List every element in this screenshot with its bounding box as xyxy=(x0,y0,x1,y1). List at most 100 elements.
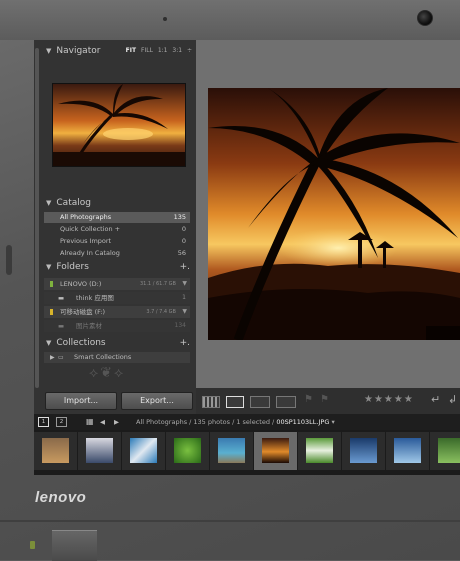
zoom-fit[interactable]: FIT xyxy=(126,47,136,54)
folder-label: 图片素材 xyxy=(76,322,102,330)
catalog-item-previous-import[interactable]: Previous Import 0 xyxy=(44,236,190,247)
rotate-right-icon[interactable]: ↲ xyxy=(448,393,457,406)
view-toolbar: ⚑ ⚑ ★★★★★ ↵ ↲ xyxy=(196,388,460,414)
rotate-left-icon[interactable]: ↵ xyxy=(431,393,440,406)
grid-icon[interactable]: ▦ xyxy=(86,414,94,430)
filmstrip-thumbnail[interactable] xyxy=(166,432,209,470)
main-photo[interactable] xyxy=(208,88,460,340)
dropdown-arrow-icon[interactable]: ▼ xyxy=(182,278,187,290)
thumbnail-image xyxy=(218,438,245,463)
catalog-item-quick-collection[interactable]: Quick Collection + 0 xyxy=(44,224,190,235)
window-1-button[interactable]: 1 xyxy=(38,417,49,427)
selected-filename: 00SP1103LL.JPG xyxy=(276,418,330,426)
flag-icon[interactable]: ⚑ xyxy=(304,394,313,405)
lenovo-logo: lenovo xyxy=(35,489,87,506)
catalog-title: Catalog xyxy=(56,198,91,208)
thumbnail-image xyxy=(174,438,201,463)
volume-status-indicator xyxy=(50,309,53,315)
top-bezel xyxy=(0,0,460,40)
thumbnail-image xyxy=(262,438,289,463)
volume-status-indicator xyxy=(50,281,53,287)
folder-label: LENOVO (D:) xyxy=(60,280,102,288)
filmstrip-thumbnail[interactable] xyxy=(34,432,77,470)
filmstrip-thumbnail[interactable] xyxy=(386,432,429,470)
window-2-button[interactable]: 2 xyxy=(56,417,67,427)
hinge xyxy=(52,530,97,561)
survey-view-button[interactable] xyxy=(276,396,296,408)
side-port xyxy=(6,245,12,275)
navigator-preview[interactable] xyxy=(52,83,186,167)
thumbnail-image xyxy=(350,438,377,463)
selection-summary: / 135 photos / 1 selected / xyxy=(187,418,277,426)
filmstrip-thumbnail[interactable] xyxy=(210,432,253,470)
folder-count: 1 xyxy=(182,294,186,301)
rating-stars[interactable]: ★★★★★ xyxy=(364,394,414,405)
catalog-item-count: 0 xyxy=(181,237,186,245)
collapse-triangle-icon: ▼ xyxy=(46,47,52,55)
collection-label: Smart Collections xyxy=(74,353,132,361)
catalog-header[interactable]: ▼ Catalog xyxy=(34,194,196,212)
navigator-zoom-options[interactable]: FIT FILL 1:1 3:1 ÷ xyxy=(126,42,192,60)
collection-smart-collections[interactable]: ▶ ▭ Smart Collections xyxy=(44,352,190,363)
folder-item-think[interactable]: ▬ think 应用图 1 xyxy=(44,292,190,304)
expand-triangle-icon: ▶ xyxy=(50,354,55,361)
zoom-3-1[interactable]: 3:1 ÷ xyxy=(172,47,192,54)
volume-size: 3.7 / 7.4 GB xyxy=(146,309,176,315)
filmstrip-source-path[interactable]: All Photographs / 135 photos / 1 selecte… xyxy=(136,414,335,430)
catalog-item-label: Quick Collection + xyxy=(60,225,121,233)
zoom-fill[interactable]: FILL xyxy=(141,47,153,54)
folder-volume-lenovo[interactable]: LENOVO (D:) 31.1 / 61.7 GB ▼ xyxy=(44,278,190,290)
folder-icon: ▬ xyxy=(58,322,65,330)
thumbnail-image xyxy=(130,438,157,463)
catalog-item-label: Previous Import xyxy=(60,237,112,245)
chassis-edge xyxy=(0,520,460,522)
collapse-triangle-icon: ▼ xyxy=(46,199,52,207)
import-button[interactable]: Import... xyxy=(45,392,117,410)
grid-view-button[interactable] xyxy=(202,396,220,408)
folder-label: think 应用图 xyxy=(76,294,114,302)
filmstrip-thumbnail[interactable] xyxy=(430,432,460,470)
filmstrip-thumbnail-selected[interactable] xyxy=(254,432,297,470)
filmstrip-thumbnail[interactable] xyxy=(298,432,341,470)
loupe-view[interactable] xyxy=(196,40,460,388)
filmstrip-thumbnail[interactable] xyxy=(342,432,385,470)
export-button[interactable]: Export... xyxy=(121,392,193,410)
catalog-item-count: 135 xyxy=(173,213,186,221)
add-folder-button[interactable]: +. xyxy=(180,258,190,276)
thumbnail-image xyxy=(42,438,69,463)
reject-flag-icon[interactable]: ⚑ xyxy=(320,394,329,405)
folder-item-images[interactable]: ▬ 图片素材 134 xyxy=(44,320,190,332)
source-dropdown-icon[interactable]: ▾ xyxy=(331,418,334,426)
left-panel: ▼ Navigator FIT FILL 1:1 3:1 ÷ ▼ Catalog A… xyxy=(34,40,196,414)
add-collection-button[interactable]: +. xyxy=(180,334,190,352)
folder-volume-removable[interactable]: 可移动磁盘 (F:) 3.7 / 7.4 GB ▼ xyxy=(44,306,190,318)
forward-arrow-icon[interactable]: ▶ xyxy=(114,414,119,430)
thumbnail-image xyxy=(86,438,113,463)
catalog-item-label: All Photographs xyxy=(60,213,112,221)
zoom-1-1[interactable]: 1:1 xyxy=(158,47,168,54)
source-name: All Photographs xyxy=(136,418,188,426)
thumbnail-image xyxy=(306,438,333,463)
thumbnail-image xyxy=(394,438,421,463)
webcam-icon xyxy=(417,10,433,26)
navigator-header[interactable]: ▼ Navigator FIT FILL 1:1 3:1 ÷ xyxy=(34,42,196,60)
filmstrip[interactable] xyxy=(34,430,460,475)
microphone-icon xyxy=(163,17,167,21)
thumbnail-image xyxy=(438,438,460,463)
dropdown-arrow-icon[interactable]: ▼ xyxy=(182,306,187,318)
screen: ▼ Navigator FIT FILL 1:1 3:1 ÷ ▼ Catalog A… xyxy=(34,40,460,475)
back-arrow-icon[interactable]: ◀ xyxy=(100,414,105,430)
folders-header[interactable]: ▼ Folders +. xyxy=(34,258,196,276)
folder-count: 134 xyxy=(174,322,186,329)
collections-title: Collections xyxy=(56,338,106,348)
collapse-triangle-icon: ▼ xyxy=(46,263,52,271)
compare-view-button[interactable] xyxy=(250,396,270,408)
catalog-item-count: 0 xyxy=(181,225,186,233)
filmstrip-thumbnail[interactable] xyxy=(78,432,121,470)
collapse-triangle-icon: ▼ xyxy=(46,339,52,347)
collections-header[interactable]: ▼ Collections +. xyxy=(34,334,196,352)
loupe-view-button[interactable] xyxy=(226,396,244,408)
filmstrip-thumbnail[interactable] xyxy=(122,432,165,470)
catalog-item-all-photographs[interactable]: All Photographs 135 xyxy=(44,212,190,223)
panel-end-ornament: ⟡❦⟡ xyxy=(89,365,126,381)
